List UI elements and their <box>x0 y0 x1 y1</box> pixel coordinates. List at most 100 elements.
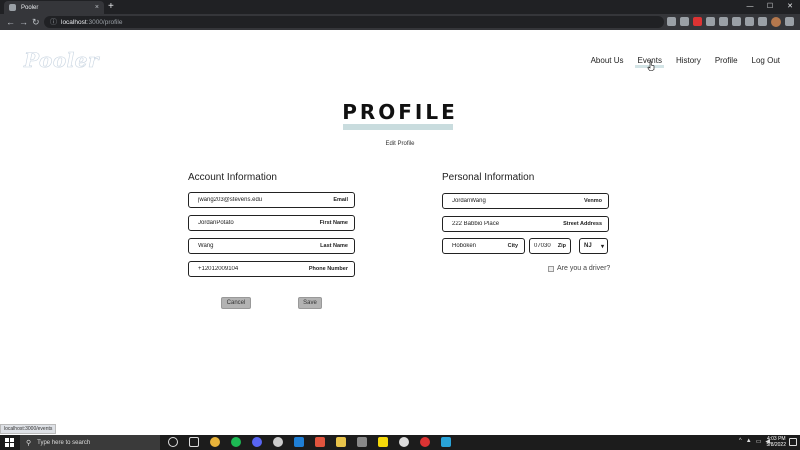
email-field[interactable]: jwang203@stevens.edu Email <box>188 192 355 208</box>
app-icon[interactable] <box>420 437 430 447</box>
save-button[interactable]: Save <box>298 297 322 309</box>
settings-icon[interactable] <box>273 437 283 447</box>
forward-icon[interactable]: → <box>19 16 28 28</box>
chevron-down-icon: ▾ <box>600 243 604 250</box>
title-underline <box>343 124 453 130</box>
new-tab-button[interactable]: + <box>108 1 114 13</box>
menu-kebab-icon[interactable] <box>785 17 794 26</box>
city-field[interactable]: Hoboken City <box>442 238 525 254</box>
email-label: Email <box>333 197 348 203</box>
taskbar-search[interactable]: ⚲ Type here to search <box>20 435 160 450</box>
zip-value: 07030 <box>534 243 551 249</box>
close-tab-icon[interactable]: × <box>95 4 99 11</box>
page-content: Pooler About Us Events History Profile L… <box>0 30 800 435</box>
url-path: :3000/profile <box>86 18 123 26</box>
minimize-button[interactable]: — <box>740 0 760 14</box>
top-nav: About Us Events History Profile Log Out <box>577 56 780 68</box>
nav-history[interactable]: History <box>676 56 701 65</box>
nav-about-us[interactable]: About Us <box>591 56 624 65</box>
city-value: Hoboken <box>452 243 477 249</box>
street-address-label: Street Address <box>563 221 602 227</box>
browser-tab[interactable]: Pooler × <box>4 1 104 14</box>
venmo-label: Venmo <box>583 198 602 204</box>
tab-title: Pooler <box>21 4 39 11</box>
discord-icon[interactable] <box>252 437 262 447</box>
app-icon[interactable] <box>315 437 325 447</box>
last-name-value: Wang <box>198 243 214 249</box>
extension-icon[interactable] <box>732 17 741 26</box>
window-controls: — ☐ ✕ <box>740 0 800 14</box>
search-icon: ⚲ <box>26 439 32 447</box>
maximize-button[interactable]: ☐ <box>760 0 780 14</box>
last-name-field[interactable]: Wang Last Name <box>188 238 355 254</box>
bookmark-star-icon[interactable] <box>680 17 689 26</box>
taskbar-clock[interactable]: 4:03 PM 5/8/2022 <box>767 436 786 448</box>
driver-checkbox[interactable] <box>548 265 554 272</box>
battery-icon[interactable]: ▭ <box>756 438 762 445</box>
file-explorer-icon[interactable] <box>336 437 346 447</box>
back-icon[interactable]: ← <box>6 16 15 28</box>
nav-log-out[interactable]: Log Out <box>752 56 780 65</box>
url-text: localhost:3000/profile <box>61 19 122 26</box>
link-status-bar: localhost:3000/events <box>0 424 57 434</box>
extension-icon[interactable] <box>693 17 702 26</box>
extension-icon[interactable] <box>719 17 728 26</box>
browser-toolbar: ← → ↻ ⓘ localhost:3000/profile <box>0 14 800 30</box>
app-icon[interactable] <box>441 437 451 447</box>
city-label: City <box>507 243 518 249</box>
personal-section-title: Personal Information <box>442 172 535 183</box>
taskbar-search-placeholder: Type here to search <box>37 439 91 446</box>
account-section-title: Account Information <box>188 172 277 183</box>
first-name-label: First Name <box>319 220 348 226</box>
notification-icon[interactable] <box>789 438 797 446</box>
clock-date: 5/8/2022 <box>766 442 786 448</box>
driver-checkbox-row[interactable]: Are you a driver? <box>548 265 610 272</box>
state-value: NJ <box>584 243 592 249</box>
address-bar[interactable]: ⓘ localhost:3000/profile <box>44 16 664 28</box>
reload-icon[interactable]: ↻ <box>32 16 40 28</box>
tray-chevron-icon[interactable]: ^ <box>739 438 742 445</box>
driver-checkbox-label: Are you a driver? <box>557 265 611 272</box>
spotify-icon[interactable] <box>231 437 241 447</box>
venmo-field[interactable]: JordanWang Venmo <box>442 193 609 209</box>
app-icon[interactable] <box>357 437 367 447</box>
phone-label: Phone Number <box>308 266 348 272</box>
nav-profile[interactable]: Profile <box>715 56 738 65</box>
site-logo[interactable]: Pooler <box>24 48 99 73</box>
page-title: PROFILE <box>342 100 458 124</box>
street-address-field[interactable]: 222 Babbio Place Street Address <box>442 216 609 232</box>
puzzle-icon[interactable] <box>745 17 754 26</box>
start-button[interactable] <box>5 438 14 447</box>
zip-field[interactable]: 07030 Zip <box>529 238 571 254</box>
phone-value: +12012009104 <box>198 266 239 272</box>
last-name-label: Last Name <box>320 243 348 249</box>
hand-cursor-icon <box>647 61 655 71</box>
app-icon[interactable] <box>399 437 409 447</box>
cancel-button[interactable]: Cancel <box>221 297 251 309</box>
profile-avatar-icon[interactable] <box>771 17 781 27</box>
state-select[interactable]: NJ ▾ <box>579 238 608 254</box>
site-info-icon[interactable]: ⓘ <box>50 17 57 27</box>
extensions-area <box>667 16 794 27</box>
chrome-icon[interactable] <box>210 437 220 447</box>
first-name-field[interactable]: JordanPotato First Name <box>188 215 355 231</box>
close-window-button[interactable]: ✕ <box>780 0 800 14</box>
sticky-notes-icon[interactable] <box>378 437 388 447</box>
email-value: jwang203@stevens.edu <box>198 197 263 203</box>
sidepanel-icon[interactable] <box>758 17 767 26</box>
phone-field[interactable]: +12012009104 Phone Number <box>188 261 355 277</box>
task-view-icon[interactable] <box>189 437 199 447</box>
favicon-icon <box>9 4 16 11</box>
street-address-value: 222 Babbio Place <box>452 221 500 227</box>
cortana-icon[interactable] <box>168 437 178 447</box>
edit-profile-link[interactable]: Edit Profile <box>0 141 800 147</box>
extension-icon[interactable] <box>706 17 715 26</box>
share-icon[interactable] <box>667 17 676 26</box>
network-icon[interactable]: ▲ <box>746 438 752 445</box>
browser-tab-strip: Pooler × + — ☐ ✕ <box>0 0 800 14</box>
os-taskbar: ⚲ Type here to search ^ ▲ ▭ ◀ 4:03 PM 5/… <box>0 435 800 450</box>
url-host: localhost <box>61 18 87 26</box>
vscode-icon[interactable] <box>294 437 304 447</box>
zip-label: Zip <box>557 243 566 249</box>
taskbar-apps <box>168 437 451 447</box>
